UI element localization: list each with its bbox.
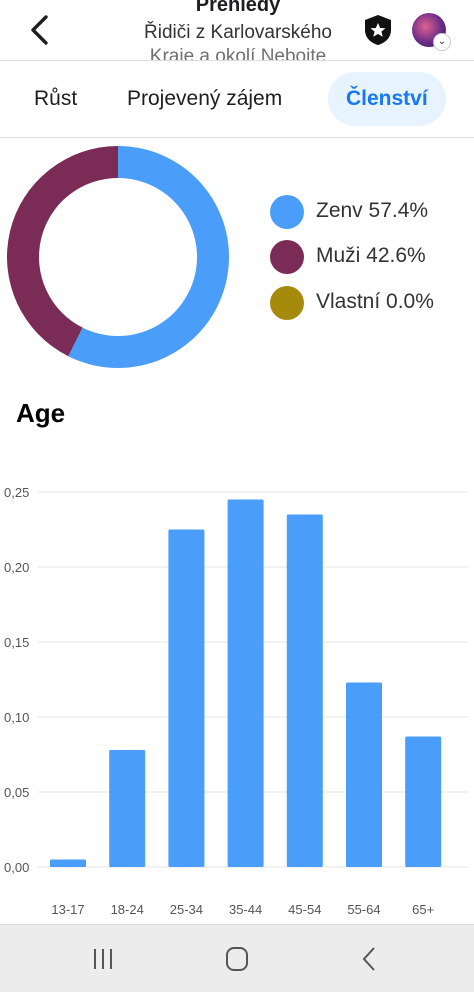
back-icon[interactable]: [352, 943, 386, 975]
tab-projeveny-zajem[interactable]: Projevený zájem: [127, 72, 282, 126]
legend-swatch: [270, 195, 304, 229]
legend-label: Zenv 57.4%: [316, 199, 429, 222]
y-tick-label: 0,25: [4, 485, 29, 500]
header: Přehledy Řidiči z Karlovarského Kraje a …: [0, 0, 474, 60]
header-divider: [0, 60, 474, 61]
x-tick-label: 65+: [412, 902, 434, 917]
tab-rust[interactable]: Růst: [34, 72, 77, 126]
x-tick-label: 25-34: [170, 902, 203, 917]
bar-18-24: [109, 750, 146, 867]
tabs-divider: [0, 137, 474, 138]
legend-swatch: [270, 240, 304, 274]
page-title: Přehledy: [195, 0, 281, 16]
y-tick-label: 0,10: [4, 710, 29, 725]
tab-clenstvi[interactable]: Členství: [328, 72, 446, 126]
admin-shield-icon[interactable]: [363, 14, 393, 46]
y-tick-label: 0,15: [4, 635, 29, 650]
bar-35-44: [227, 499, 264, 867]
legend-label: Vlastní 0.0%: [316, 290, 434, 313]
bar-65+: [405, 736, 442, 867]
back-arrow-icon[interactable]: [26, 13, 54, 47]
y-tick-label: 0,05: [4, 785, 29, 800]
donut-slice-muži: [7, 146, 118, 357]
legend-swatch: [270, 286, 304, 320]
age-bar-chart: 0,00 0,05 0,10 0,15 0,20 0,25 13-17 18-24 25-34 3…: [4, 485, 468, 917]
chevron-down-icon[interactable]: ⌄: [433, 33, 451, 51]
x-tick-label: 13-17: [51, 902, 84, 917]
bar-25-34: [168, 529, 205, 867]
title-block: Přehledy Řidiči z Karlovarského Kraje a …: [120, 0, 356, 60]
bar-13-17: [50, 859, 86, 867]
y-tick-label: 0,20: [4, 560, 29, 575]
age-section-title: Age: [16, 398, 66, 428]
y-tick-label: 0,00: [4, 860, 29, 875]
bar-55-64: [346, 682, 382, 867]
bar-45-54: [286, 514, 323, 867]
x-tick-label: 35-44: [229, 902, 262, 917]
x-tick-label: 45-54: [288, 902, 321, 917]
x-tick-label: 18-24: [111, 902, 144, 917]
group-name-continued: Kraje a okolí Nebojte: [149, 46, 327, 60]
system-nav-bar: [0, 924, 474, 992]
x-tick-label: 55-64: [347, 902, 380, 917]
recents-icon[interactable]: [86, 943, 120, 975]
gender-donut-chart: [7, 146, 229, 368]
legend-label: Muži 42.6%: [316, 244, 426, 267]
home-icon[interactable]: [220, 943, 254, 975]
group-name: Řidiči z Karlovarského: [144, 22, 332, 43]
